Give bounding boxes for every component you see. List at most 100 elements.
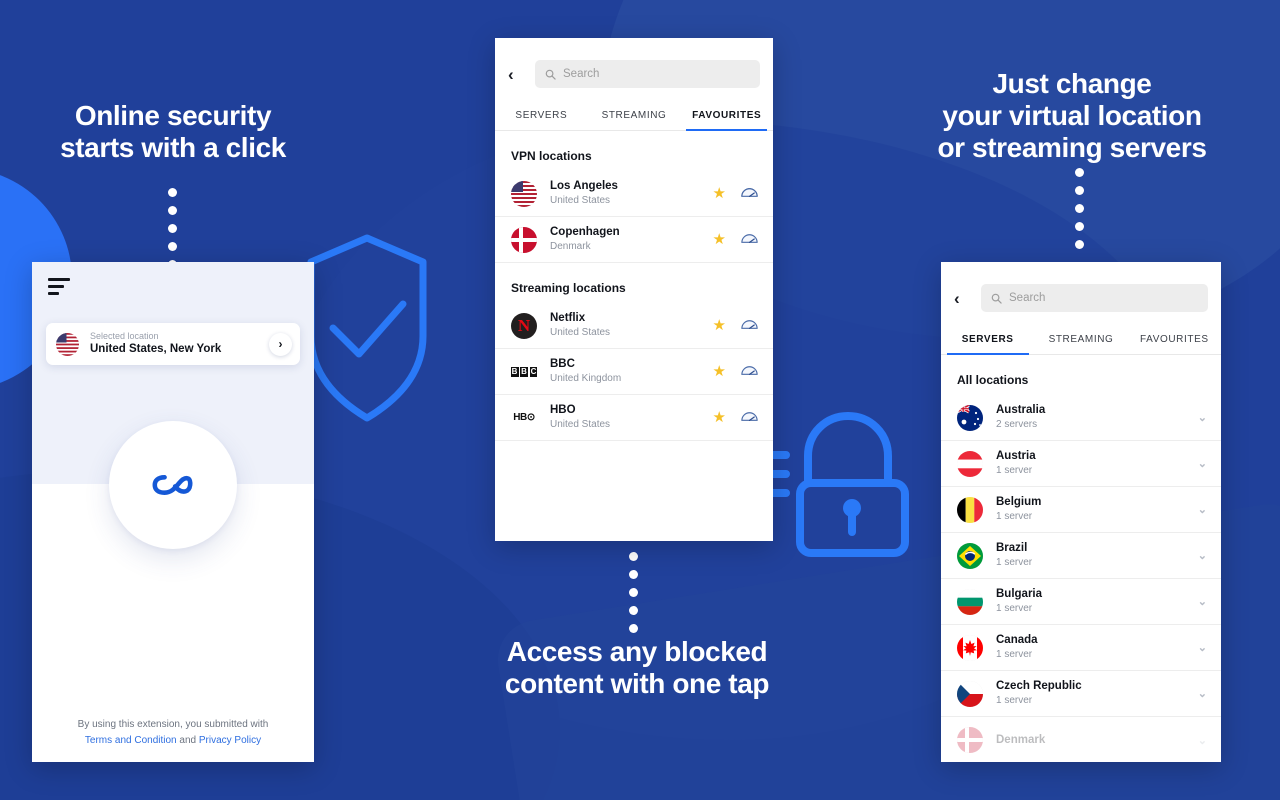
search-icon xyxy=(545,69,556,80)
row-title: HBO xyxy=(550,404,576,417)
table-row[interactable]: Brazil 1 server ⌄ xyxy=(941,533,1221,579)
table-row[interactable]: Australia 2 servers ⌄ xyxy=(941,395,1221,441)
row-subtitle: 1 server xyxy=(996,510,1033,522)
table-row[interactable]: Bulgaria 1 server ⌄ xyxy=(941,579,1221,625)
au-flag xyxy=(957,404,983,431)
chevron-down-icon[interactable]: ⌄ xyxy=(1198,411,1207,424)
section-title-all-locations: All locations xyxy=(957,373,1029,387)
table-row[interactable]: HB⊙ HBO United States ★ xyxy=(495,395,773,441)
chevron-down-icon[interactable]: ⌄ xyxy=(1198,687,1207,700)
tab-streaming[interactable]: STREAMING xyxy=(1034,328,1127,354)
chevron-down-icon[interactable]: ⌄ xyxy=(1198,549,1207,562)
search-input[interactable]: Search xyxy=(981,284,1208,312)
table-row[interactable]: N Netflix United States ★ xyxy=(495,303,773,349)
speed-gauge-icon[interactable] xyxy=(740,408,759,427)
tab-favourites[interactable]: FAVOURITES xyxy=(680,104,773,131)
table-row[interactable]: Czech Republic 1 server ⌄ xyxy=(941,671,1221,717)
chevron-down-icon[interactable]: ⌄ xyxy=(1198,641,1207,654)
speed-gauge-icon[interactable] xyxy=(740,184,759,203)
row-text: Denmark xyxy=(996,733,1198,748)
at-flag xyxy=(957,450,983,477)
table-row[interactable]: BBC BBC United Kingdom ★ xyxy=(495,349,773,395)
us-flag xyxy=(511,180,537,207)
chevron-down-icon[interactable]: ⌄ xyxy=(1198,457,1207,470)
row-title: BBC xyxy=(550,358,575,371)
terms-link[interactable]: Terms and Condition xyxy=(85,735,177,746)
row-text: Belgium 1 server xyxy=(996,495,1198,524)
phone-screen-favourites: ‹ Search SERVERS STREAMING FAVOURITES VP… xyxy=(495,38,773,541)
headline-left: Online security starts with a click xyxy=(60,100,286,163)
row-text: Bulgaria 1 server xyxy=(996,587,1198,616)
row-text: HBO United States xyxy=(550,403,713,432)
tab-streaming[interactable]: STREAMING xyxy=(588,104,681,130)
headline-bottom: Access any blocked content with one tap xyxy=(504,636,770,699)
speed-gauge-icon[interactable] xyxy=(740,316,759,335)
favourite-star-icon[interactable]: ★ xyxy=(713,232,726,247)
hamburger-menu-icon[interactable] xyxy=(48,278,74,299)
row-title: Australia xyxy=(996,404,1046,417)
phone-screen-home: Selected location United States, New Yor… xyxy=(32,262,314,762)
servers-tabs: SERVERS STREAMING FAVOURITES xyxy=(941,328,1221,355)
search-input[interactable]: Search xyxy=(535,60,760,88)
section-title-streaming-locations: Streaming locations xyxy=(511,281,626,295)
tab-servers[interactable]: SERVERS xyxy=(941,328,1034,355)
bg-flag xyxy=(957,588,983,615)
legal-text: By using this extension, you submitted w… xyxy=(77,719,269,730)
us-flag xyxy=(56,332,79,356)
row-text: Czech Republic 1 server xyxy=(996,679,1198,708)
dk-flag xyxy=(957,727,983,753)
row-subtitle: United States xyxy=(550,194,611,206)
table-row[interactable]: Copenhagen Denmark ★ xyxy=(495,217,773,263)
row-subtitle: United Kingdom xyxy=(550,372,622,384)
table-row[interactable]: Austria 1 server ⌄ xyxy=(941,441,1221,487)
row-subtitle: Denmark xyxy=(550,240,591,252)
row-title: Los Angeles xyxy=(550,180,618,193)
row-title: Canada xyxy=(996,634,1038,647)
table-row[interactable]: Canada 1 server ⌄ xyxy=(941,625,1221,671)
back-arrow-icon[interactable]: ‹ xyxy=(954,290,974,307)
power-connect-button[interactable] xyxy=(109,421,237,549)
tab-servers[interactable]: SERVERS xyxy=(495,104,588,130)
row-title: Czech Republic xyxy=(996,680,1082,693)
chevron-right-icon[interactable]: › xyxy=(269,332,292,356)
phone-screen-servers: ‹ Search SERVERS STREAMING FAVOURITES Al… xyxy=(941,262,1221,762)
chevron-down-icon[interactable]: ⌄ xyxy=(1198,734,1207,747)
back-arrow-icon[interactable]: ‹ xyxy=(508,66,528,83)
selected-location-label: Selected location xyxy=(90,330,159,341)
table-row[interactable]: Los Angeles United States ★ xyxy=(495,171,773,217)
favourite-star-icon[interactable]: ★ xyxy=(713,364,726,379)
privacy-link[interactable]: Privacy Policy xyxy=(199,735,261,746)
dot-connector-bottom xyxy=(629,552,638,633)
dk-flag xyxy=(511,226,537,253)
table-row[interactable]: Belgium 1 server ⌄ xyxy=(941,487,1221,533)
br-flag xyxy=(957,542,983,569)
headline-right: Just change your virtual location or str… xyxy=(937,68,1207,163)
selected-location-value: United States, New York xyxy=(90,342,222,355)
section-title-vpn-locations: VPN locations xyxy=(511,149,592,163)
dot-connector-right xyxy=(1075,168,1084,249)
row-title: Bulgaria xyxy=(996,588,1043,601)
search-placeholder: Search xyxy=(563,68,600,80)
tab-favourites[interactable]: FAVOURITES xyxy=(1128,328,1221,354)
favourite-star-icon[interactable]: ★ xyxy=(713,186,726,201)
chevron-down-icon[interactable]: ⌄ xyxy=(1198,595,1207,608)
table-row[interactable]: Denmark ⌄ xyxy=(941,717,1221,762)
search-placeholder: Search xyxy=(1009,292,1046,304)
speed-gauge-icon[interactable] xyxy=(740,230,759,249)
row-title: Belgium xyxy=(996,496,1042,509)
favourite-star-icon[interactable]: ★ xyxy=(713,410,726,425)
open-lock-icon xyxy=(766,398,938,573)
chevron-down-icon[interactable]: ⌄ xyxy=(1198,503,1207,516)
row-title: Brazil xyxy=(996,542,1028,555)
favourites-tabs: SERVERS STREAMING FAVOURITES xyxy=(495,104,773,131)
legal-footer: By using this extension, you submitted w… xyxy=(32,717,314,748)
be-flag xyxy=(957,496,983,523)
cz-flag xyxy=(957,680,983,707)
infinity-logo-icon xyxy=(152,475,193,495)
selected-location-card[interactable]: Selected location United States, New Yor… xyxy=(46,323,300,365)
row-text: Netflix United States xyxy=(550,311,713,340)
speed-gauge-icon[interactable] xyxy=(740,362,759,381)
row-text: Copenhagen Denmark xyxy=(550,225,713,254)
row-text: Australia 2 servers xyxy=(996,403,1198,432)
favourite-star-icon[interactable]: ★ xyxy=(713,318,726,333)
